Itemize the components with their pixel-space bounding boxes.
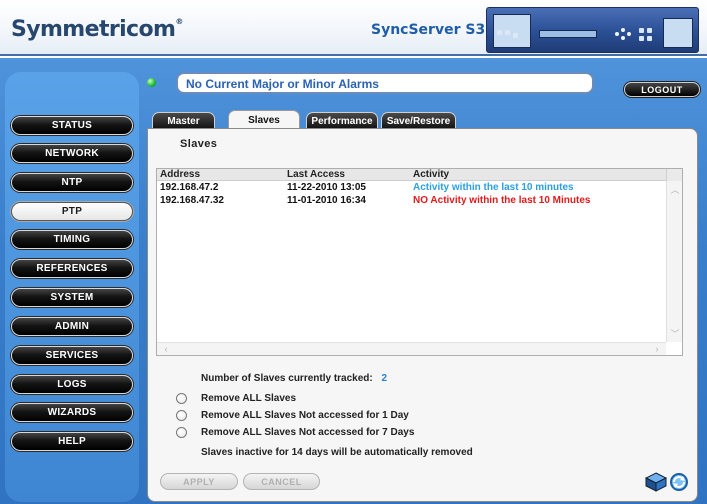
list-header: Address Last Access Activity bbox=[157, 169, 666, 181]
sidebar-item-help[interactable]: HELP bbox=[11, 432, 133, 451]
row-activity: Activity within the last 10 minutes bbox=[413, 182, 574, 193]
sidebar-item-admin[interactable]: ADMIN bbox=[11, 317, 133, 336]
sidebar-item-system[interactable]: SYSTEM bbox=[11, 288, 133, 307]
row-last-access: 11-01-2010 16:34 bbox=[287, 195, 366, 206]
header-bar: Symmetricom® SyncServer S350 bbox=[0, 0, 707, 56]
sidebar-item-ntp[interactable]: NTP bbox=[11, 173, 133, 192]
row-last-access: 11-22-2010 13:05 bbox=[287, 182, 366, 193]
list-header-corner bbox=[666, 169, 682, 181]
column-header-address: Address bbox=[160, 169, 201, 180]
sidebar-item-network[interactable]: NETWORK bbox=[11, 144, 133, 163]
slave-count-value: 2 bbox=[381, 373, 388, 384]
vertical-scrollbar[interactable]: ︿ ﹀ bbox=[666, 181, 682, 342]
horizontal-scrollbar[interactable]: ‹ › bbox=[157, 342, 666, 355]
radio-remove-7-days-label[interactable]: Remove ALL Slaves Not accessed for 7 Day… bbox=[201, 427, 414, 438]
logout-button[interactable]: LOGOUT bbox=[624, 82, 700, 97]
cancel-button[interactable]: CANCEL bbox=[243, 473, 320, 490]
row-activity: NO Activity within the last 10 Minutes bbox=[413, 195, 591, 206]
device-image bbox=[486, 7, 699, 53]
product-name: SyncServer S350 bbox=[371, 22, 505, 38]
radio-remove-1-day-label[interactable]: Remove ALL Slaves Not accessed for 1 Day bbox=[201, 410, 409, 421]
tab-save-restore[interactable]: Save/Restore bbox=[381, 112, 456, 129]
apply-button[interactable]: APPLY bbox=[160, 473, 238, 490]
brand-name: Symmetricom bbox=[11, 17, 176, 42]
row-address: 192.168.47.2 bbox=[160, 182, 219, 193]
brand-logo: Symmetricom® bbox=[11, 17, 183, 42]
refresh-icon[interactable] bbox=[668, 472, 690, 492]
column-header-last-access: Last Access bbox=[287, 169, 345, 180]
slaves-list: Address Last Access Activity 192.168.47.… bbox=[156, 168, 683, 356]
tab-performance[interactable]: Performance bbox=[306, 112, 378, 129]
sidebar-item-status[interactable]: STATUS bbox=[11, 116, 133, 135]
slave-count: Number of Slaves currently tracked: 2 bbox=[201, 373, 387, 384]
sidebar-item-references[interactable]: REFERENCES bbox=[11, 259, 133, 278]
radio-remove-1-day[interactable] bbox=[176, 410, 187, 421]
auto-remove-note: Slaves inactive for 14 days will be auto… bbox=[201, 447, 473, 458]
sidebar-item-ptp[interactable]: PTP bbox=[11, 202, 133, 221]
scroll-down-icon[interactable]: ﹀ bbox=[668, 327, 682, 339]
radio-remove-all[interactable] bbox=[176, 393, 187, 404]
radio-remove-all-label[interactable]: Remove ALL Slaves bbox=[201, 393, 296, 404]
sidebar-item-timing[interactable]: TIMING bbox=[11, 230, 133, 249]
scroll-left-icon[interactable]: ‹ bbox=[159, 343, 173, 355]
scroll-right-icon[interactable]: › bbox=[650, 343, 664, 355]
3d-cube-icon[interactable] bbox=[645, 472, 667, 492]
row-address: 192.168.47.32 bbox=[160, 195, 224, 206]
tab-master[interactable]: Master bbox=[152, 112, 215, 129]
tab-slaves[interactable]: Slaves bbox=[228, 110, 300, 130]
page-title: Slaves bbox=[180, 138, 218, 150]
brand-registered-mark: ® bbox=[175, 17, 183, 26]
alarm-status-text: No Current Major or Minor Alarms bbox=[186, 77, 379, 91]
column-header-activity: Activity bbox=[413, 169, 450, 180]
radio-remove-7-days[interactable] bbox=[176, 427, 187, 438]
sidebar-item-wizards[interactable]: WIZARDS bbox=[11, 403, 133, 422]
alarm-status-box: No Current Major or Minor Alarms bbox=[176, 72, 594, 94]
sidebar-item-logs[interactable]: LOGS bbox=[11, 375, 133, 394]
scroll-up-icon[interactable]: ︿ bbox=[668, 183, 682, 195]
alarm-status-led bbox=[147, 78, 156, 87]
sidebar-item-services[interactable]: SERVICES bbox=[11, 346, 133, 365]
slave-count-label: Number of Slaves currently tracked: bbox=[201, 373, 373, 384]
